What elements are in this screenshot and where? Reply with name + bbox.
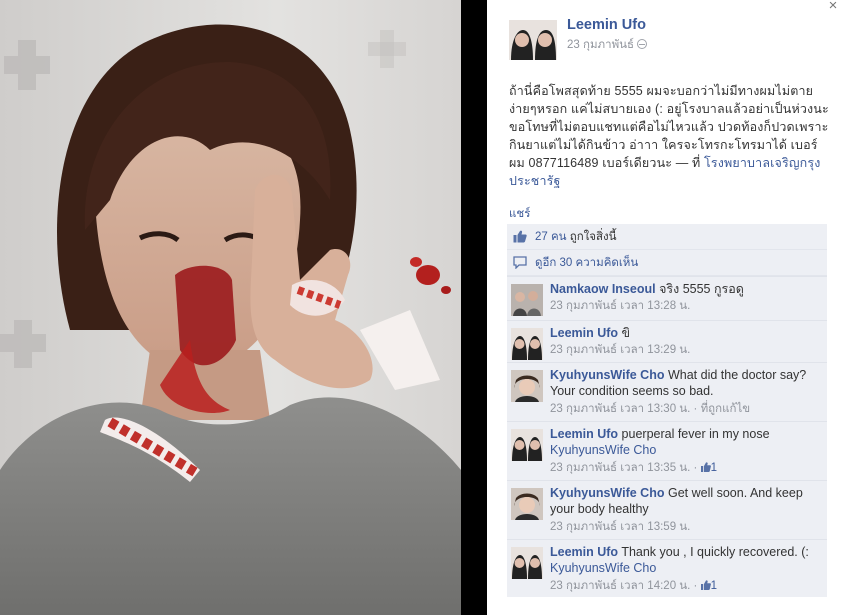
comment-body: KyuhyunsWife Cho Get well soon. And keep… [550,485,824,535]
comment-text: puerperal fever in my nose [621,427,770,441]
tagged-user-link[interactable]: KyuhyunsWife Cho [550,443,656,457]
comment-item: Leemin Ufo puerperal fever in my nose Ky… [507,421,827,480]
photo-viewer: × Leemin Ufo 23 กุมภาพันธ์ ถ้านี่คือโพสส… [0,0,842,615]
commenter-avatar[interactable] [511,429,543,461]
comment-time[interactable]: 23 กุมภาพันธ์ เวลา 13:29 น. [550,344,690,356]
comment-meta: 23 กุมภาพันธ์ เวลา 13:29 น. [550,342,824,358]
post-date-text[interactable]: 23 กุมภาพันธ์ [567,39,634,51]
comment-body: Leemin Ufo ขิ 23 กุมภาพันธ์ เวลา 13:29 น… [550,325,824,359]
comment-meta: 23 กุมภาพันธ์ เวลา 13:28 น. [550,298,824,314]
comment-meta: 23 กุมภาพันธ์ เวลา 13:30 น. · ที่ถูกแก้ไ… [550,402,751,415]
comment-time[interactable]: 23 กุมภาพันธ์ เวลา 13:35 น. [550,462,690,474]
post-date: 23 กุมภาพันธ์ [567,36,648,54]
commenter-avatar[interactable] [511,488,543,520]
view-more-comments-link[interactable]: ดูอีก 30 ความคิดเห็น [535,254,638,272]
comment-meta: 23 กุมภาพันธ์ เวลา 13:59 น. [550,519,824,535]
comment-meta: 23 กุมภาพันธ์ เวลา 13:35 น. · 1 [550,461,717,474]
commenter-name[interactable]: Leemin Ufo [550,326,618,340]
commenter-name[interactable]: KyuhyunsWife Cho [550,486,664,500]
post-body: ถ้านี่คือโพสสุดท้าย 5555 ผมจะบอกว่าไม่มี… [509,82,831,191]
close-icon[interactable]: × [824,0,842,14]
commenter-avatar[interactable] [511,328,543,360]
comment-time[interactable]: 23 กุมภาพันธ์ เวลา 13:28 น. [550,300,690,312]
comment-time[interactable]: 23 กุมภาพันธ์ เวลา 13:30 น. [550,403,690,415]
tagged-user-link[interactable]: KyuhyunsWife Cho [550,561,656,575]
comment-like-count[interactable]: 1 [711,462,717,474]
likes-suffix: ถูกใจสิ่งนี้ [569,230,617,243]
photo[interactable] [0,0,461,615]
comment-time[interactable]: 23 กุมภาพันธ์ เวลา 13:59 น. [550,521,690,533]
comment-time[interactable]: 23 กุมภาพันธ์ เวลา 14:20 น. [550,580,690,592]
commenter-avatar[interactable] [511,284,543,316]
comment-item: Namkaow Inseoul จริง 5555 กูรอดู 23 กุมภ… [507,276,827,320]
edited-label[interactable]: ที่ถูกแก้ไข [701,403,751,415]
comment-body: KyuhyunsWife Cho What did the doctor say… [550,367,824,417]
comment-like-count[interactable]: 1 [711,580,717,592]
side-panel: × Leemin Ufo 23 กุมภาพันธ์ ถ้านี่คือโพสส… [487,0,842,615]
like-icon [513,230,527,243]
comment-item: KyuhyunsWife Cho Get well soon. And keep… [507,480,827,539]
comment-item: KyuhyunsWife Cho What did the doctor say… [507,362,827,421]
comment-body: Leemin Ufo Thank you , I quickly recover… [550,544,824,594]
globe-icon [637,39,648,49]
feedback-box: 27 คน ถูกใจสิ่งนี้ ดูอีก 30 ความคิดเห็น … [507,224,827,597]
small-like-icon[interactable] [700,579,711,590]
comment-text: ขิ [621,326,631,340]
photo-image [0,0,461,615]
likes-count-link[interactable]: 27 คน [535,228,567,246]
comment-body: Leemin Ufo puerperal fever in my nose Ky… [550,426,824,476]
commenter-name[interactable]: Leemin Ufo [550,427,618,441]
comment-text: จริง 5555 กูรอดู [659,282,744,296]
share-link[interactable]: แชร์ [509,205,530,223]
commenter-name[interactable]: KyuhyunsWife Cho [550,368,664,382]
commenter-avatar[interactable] [511,370,543,402]
view-more-row: ดูอีก 30 ความคิดเห็น [507,250,827,276]
comment-item: Leemin Ufo Thank you , I quickly recover… [507,539,827,597]
comment-text: Thank you , I quickly recovered. (: [621,545,809,559]
commenter-name[interactable]: Leemin Ufo [550,545,618,559]
commenter-name[interactable]: Namkaow Inseoul [550,282,656,296]
comment-body: Namkaow Inseoul จริง 5555 กูรอดู 23 กุมภ… [550,281,824,315]
likes-row: 27 คน ถูกใจสิ่งนี้ [507,224,827,250]
commenter-avatar[interactable] [511,547,543,579]
author-avatar[interactable] [509,20,557,60]
author-name[interactable]: Leemin Ufo [567,17,646,33]
post-at: ที่ [692,156,701,171]
comment-bubble-icon [513,256,527,269]
comment-meta: 23 กุมภาพันธ์ เวลา 14:20 น. · 1 [550,579,717,592]
small-like-icon[interactable] [700,461,711,472]
comment-item: Leemin Ufo ขิ 23 กุมภาพันธ์ เวลา 13:29 น… [507,320,827,362]
